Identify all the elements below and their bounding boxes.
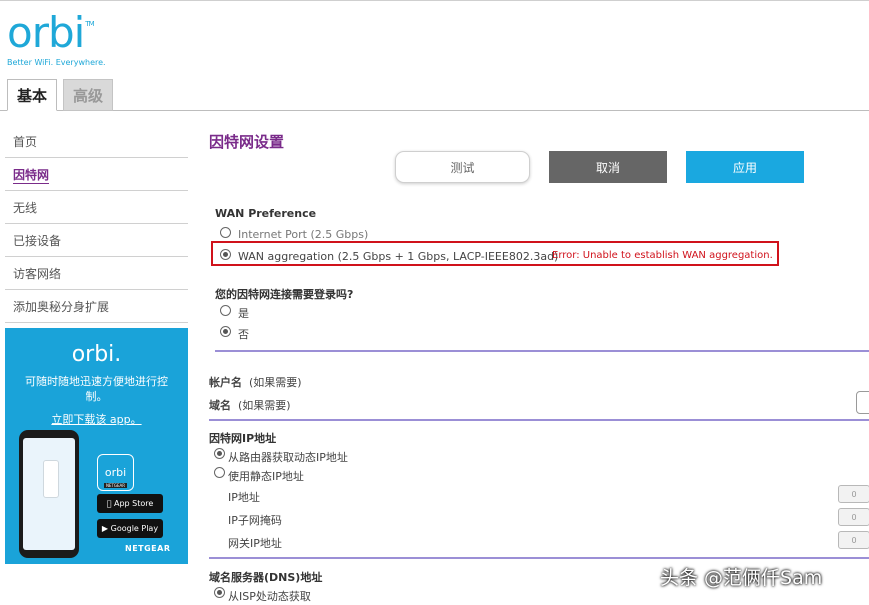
sidebar-item-home[interactable]: 首页	[5, 126, 188, 158]
dynamic-ip-label: 从路由器获取动态IP地址	[228, 451, 348, 464]
radio-login-yes[interactable]	[220, 305, 231, 316]
sidebar-item-attached-devices[interactable]: 已接设备	[5, 225, 188, 257]
domain-name-hint: (如果需要)	[238, 399, 291, 412]
watermark: 头条 @范俩仟Sam	[660, 567, 823, 589]
ip-address-label: IP地址	[228, 491, 260, 504]
sidebar-item-internet[interactable]: 因特网	[5, 159, 188, 191]
app-icon-badge: NETGEAR	[103, 483, 128, 488]
radio-login-no[interactable]	[220, 326, 231, 337]
section-divider	[209, 419, 869, 421]
orbi-logo: orbiTM	[7, 8, 95, 57]
static-ip-label: 使用静态IP地址	[228, 470, 304, 483]
netgear-brand: NETGEAR	[125, 544, 171, 553]
account-name-hint: (如果需要)	[249, 376, 302, 389]
domain-name-row: 域名 (如果需要)	[209, 397, 291, 413]
app-store-badge[interactable]:  App Store	[97, 494, 163, 513]
tab-basic[interactable]: 基本	[7, 79, 57, 111]
top-border	[0, 0, 869, 1]
sidebar-item-wireless[interactable]: 无线	[5, 192, 188, 224]
apple-icon: 	[107, 499, 112, 508]
logo-tagline: Better WiFi. Everywhere.	[7, 58, 106, 67]
sidebar-item-guest-network[interactable]: 访客网络	[5, 258, 188, 290]
app-icon-label: orbi	[104, 466, 127, 479]
domain-name-label: 域名	[209, 399, 231, 412]
radio-wan-aggregation[interactable]	[220, 249, 231, 260]
sidebar-item-label: 添加奥秘分身扩展	[13, 300, 110, 314]
play-icon: ▶	[101, 524, 111, 533]
gateway-ip-input[interactable]: 0	[838, 531, 869, 549]
section-divider	[215, 350, 869, 352]
promo-text: 可随时随地迅速方便地进行控制。	[25, 375, 168, 403]
account-name-row: 帐户名 (如果需要)	[209, 374, 302, 390]
wan-preference-heading: WAN Preference	[215, 207, 317, 220]
wan-aggregation-error: Error: Unable to establish WAN aggregati…	[552, 250, 773, 261]
logo-text: orbi	[7, 8, 85, 57]
google-play-badge[interactable]: ▶ Google Play	[97, 519, 163, 538]
tab-advanced[interactable]: 高级	[63, 79, 113, 111]
wan-aggregation-label: WAN aggregation (2.5 Gbps + 1 Gbps, LACP…	[238, 250, 559, 263]
test-button[interactable]: 测试	[395, 151, 530, 183]
sidebar-item-label: 无线	[13, 201, 38, 215]
trademark-mark: TM	[85, 20, 94, 28]
ip-section-heading: 因特网IP地址	[209, 432, 277, 445]
cancel-button[interactable]: 取消	[549, 151, 667, 183]
gateway-ip-label: 网关IP地址	[228, 537, 282, 550]
apply-button[interactable]: 应用	[686, 151, 804, 183]
sidebar-item-add-satellite[interactable]: 添加奥秘分身扩展	[5, 291, 188, 323]
ip-address-input[interactable]: 0	[838, 485, 869, 503]
app-promo-panel: orbi. 可随时随地迅速方便地进行控制。 立即下载该 app。 orbi NE…	[5, 328, 188, 564]
orbi-app-icon: orbi NETGEAR	[97, 454, 134, 491]
section-divider	[209, 557, 869, 559]
google-play-label: Google Play	[110, 524, 159, 533]
radio-static-ip[interactable]	[214, 467, 225, 478]
domain-name-input[interactable]	[856, 391, 869, 414]
radio-dns-from-isp[interactable]	[214, 587, 225, 598]
sidebar-item-label: 已接设备	[13, 234, 62, 248]
login-no-label: 否	[238, 328, 249, 341]
internet-port-label: Internet Port (2.5 Gbps)	[238, 228, 369, 241]
app-store-label: App Store	[111, 499, 153, 508]
account-name-label: 帐户名	[209, 376, 242, 389]
dns-section-heading: 域名服务器(DNS)地址	[209, 571, 323, 584]
promo-download-link[interactable]: 立即下载该 app。	[5, 411, 188, 427]
radio-internet-port[interactable]	[220, 227, 231, 238]
page-title: 因特网设置	[209, 133, 285, 151]
subnet-mask-label: IP子网掩码	[228, 514, 282, 527]
dns-from-isp-label: 从ISP处动态获取	[228, 590, 311, 603]
sidebar-item-label: 首页	[13, 135, 38, 149]
subnet-mask-input[interactable]: 0	[838, 508, 869, 526]
radio-dynamic-ip[interactable]	[214, 448, 225, 459]
tab-bar-divider	[0, 110, 869, 111]
promo-orbi-logo: orbi.	[71, 342, 122, 367]
sidebar-item-label: 因特网	[13, 167, 50, 184]
orbi-device-illustration	[43, 460, 59, 498]
login-yes-label: 是	[238, 307, 249, 320]
sidebar-item-label: 访客网络	[13, 267, 62, 281]
login-question-heading: 您的因特网连接需要登录吗?	[215, 288, 354, 301]
